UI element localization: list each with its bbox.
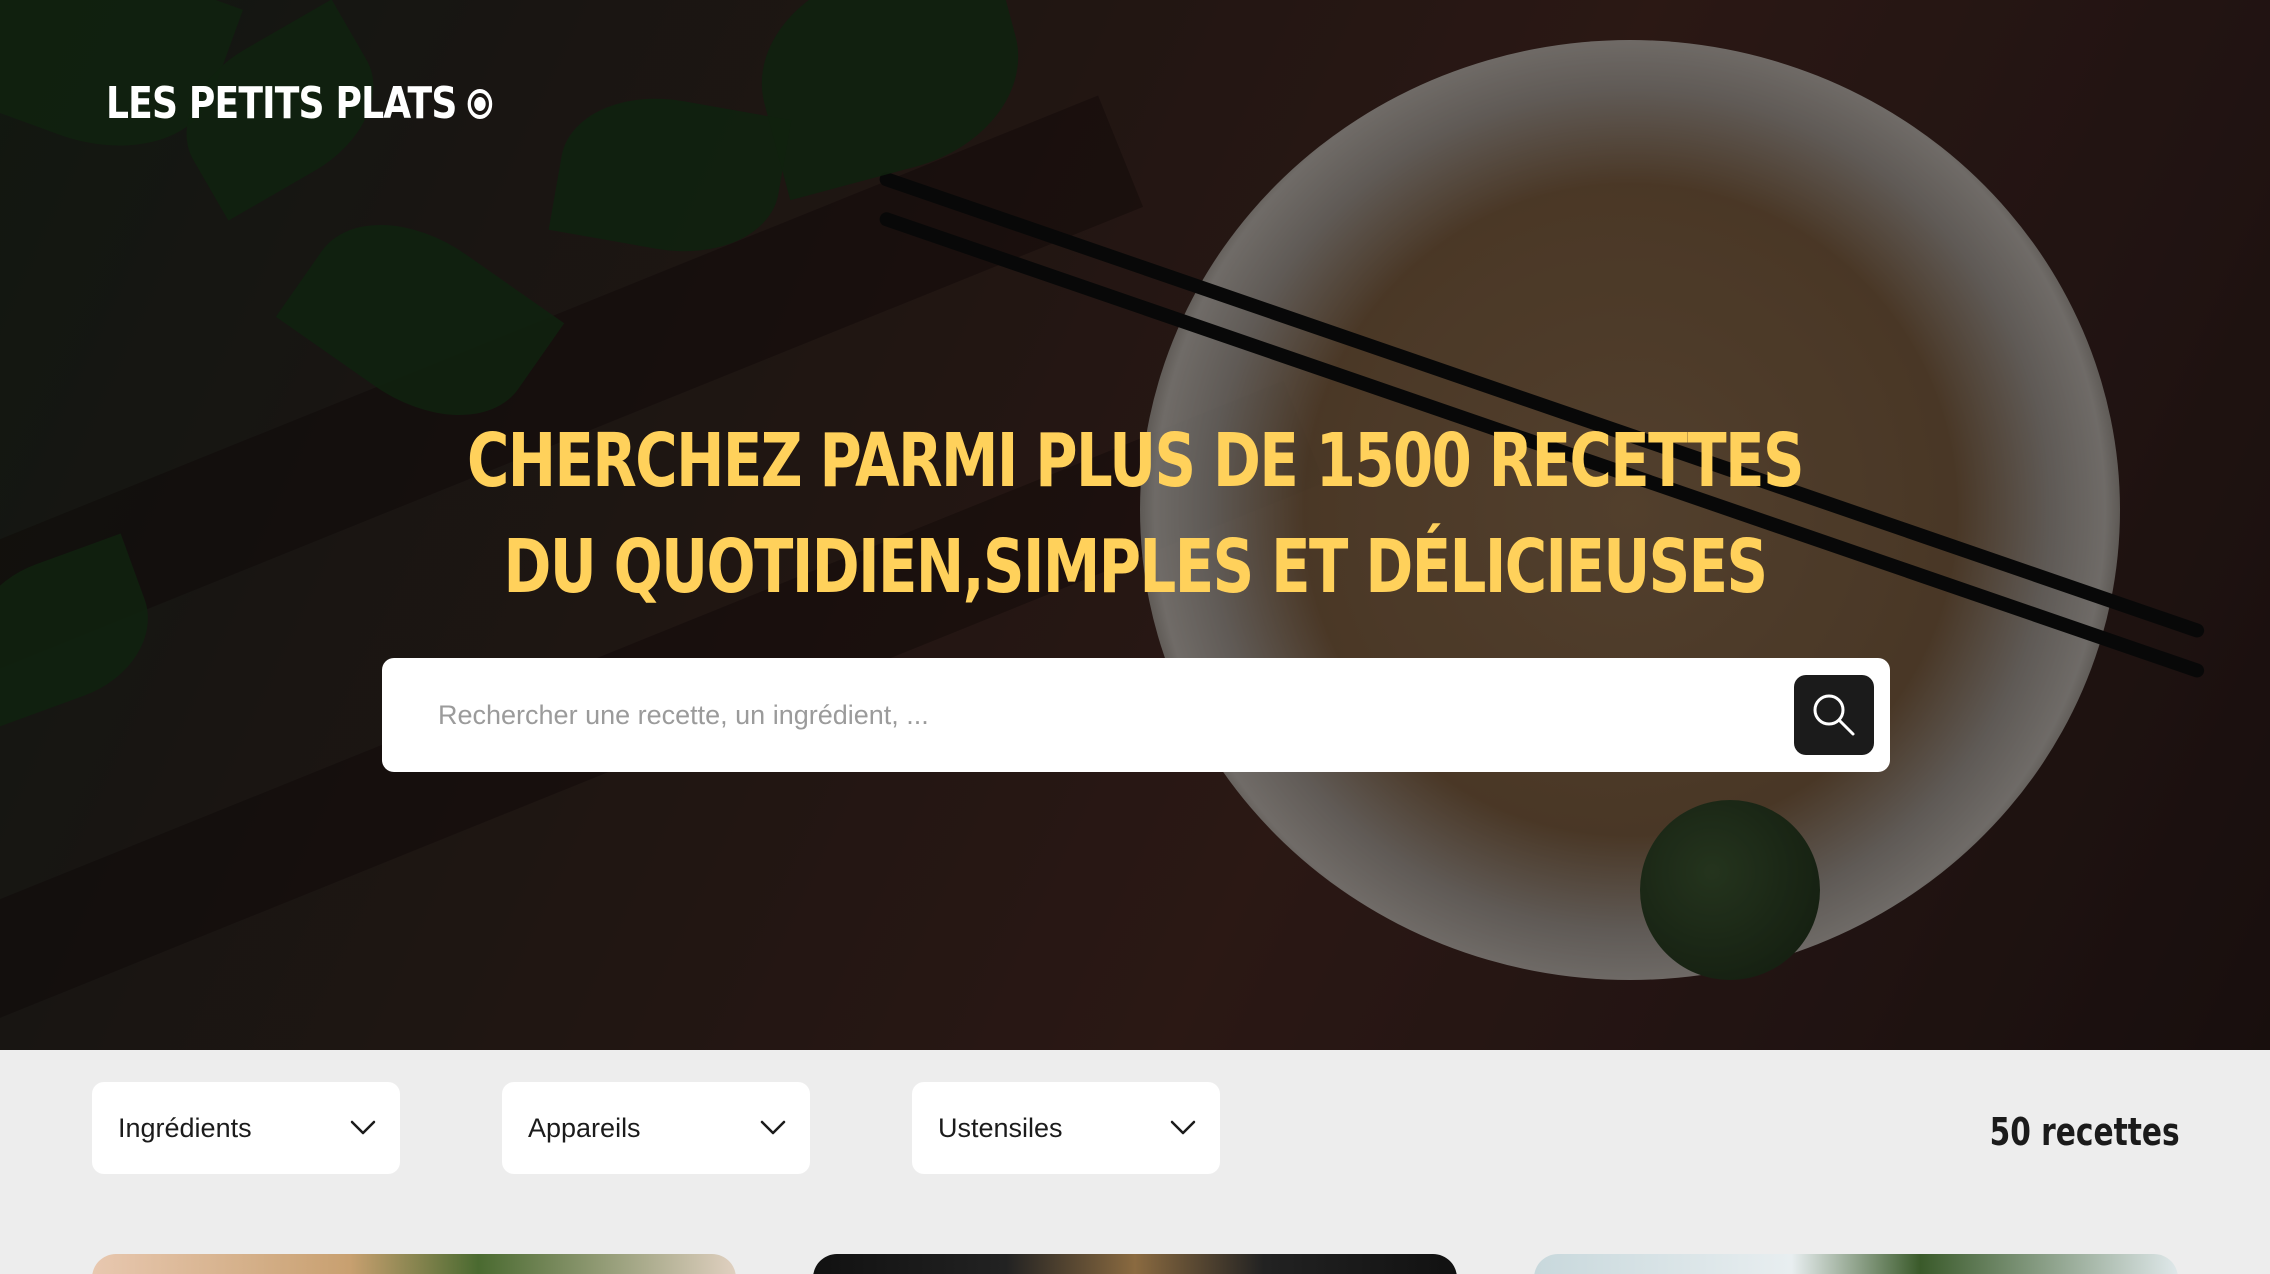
recipe-card-image[interactable] — [1534, 1254, 2178, 1274]
filter-label: Ingrédients — [118, 1112, 252, 1143]
recipe-count: 50 recettes — [1989, 1110, 2180, 1154]
search-input[interactable] — [382, 658, 1794, 772]
chevron-down-icon — [350, 1120, 376, 1135]
headline-line-2: DU QUOTIDIEN,SIMPLES ET DÉLICIEUSES — [503, 524, 1768, 610]
search-button[interactable] — [1794, 675, 1874, 755]
logo-text: LES PETITS PLATS — [106, 78, 457, 129]
chevron-down-icon — [1170, 1120, 1196, 1135]
circle-dot-icon — [467, 88, 493, 119]
hero-headline: CHERCHEZ PARMI PLUS DE 1500 RECETTES DU … — [0, 408, 2270, 620]
filter-dropdown-ingredients[interactable]: Ingrédients — [92, 1082, 400, 1174]
site-logo[interactable]: LES PETITS PLATS — [106, 78, 493, 129]
filter-label: Ustensiles — [938, 1112, 1063, 1143]
recipe-card-image[interactable] — [92, 1254, 736, 1274]
recipe-card-image[interactable] — [813, 1254, 1457, 1274]
chevron-down-icon — [760, 1120, 786, 1135]
filter-label: Appareils — [528, 1112, 641, 1143]
headline-line-1: CHERCHEZ PARMI PLUS DE 1500 RECETTES — [466, 418, 1805, 504]
search-icon — [1813, 694, 1855, 736]
filter-dropdown-ustensiles[interactable]: Ustensiles — [912, 1082, 1220, 1174]
filter-dropdown-appareils[interactable]: Appareils — [502, 1082, 810, 1174]
search-bar — [382, 658, 1890, 772]
hero-banner: LES PETITS PLATS CHERCHEZ PARMI PLUS DE … — [0, 0, 2270, 1050]
filter-bar: Ingrédients Appareils Ustensiles 50 rece… — [0, 1050, 2270, 1274]
